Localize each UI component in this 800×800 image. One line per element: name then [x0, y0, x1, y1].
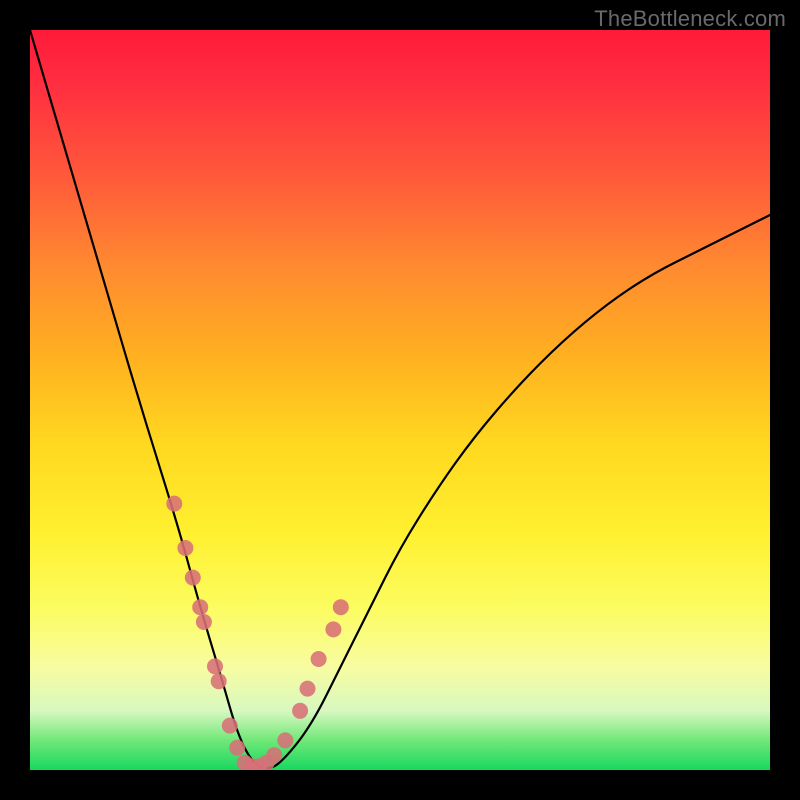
marker-dot — [333, 599, 349, 615]
chart-frame: TheBottleneck.com — [0, 0, 800, 800]
marker-dot — [166, 496, 182, 512]
marker-dot — [292, 703, 308, 719]
marker-dot — [207, 658, 223, 674]
marker-dot — [229, 740, 245, 756]
marker-dot — [277, 732, 293, 748]
curve-layer — [30, 30, 770, 770]
marker-dot — [325, 621, 341, 637]
marker-dot — [185, 570, 201, 586]
marker-dot — [177, 540, 193, 556]
marker-dot — [211, 673, 227, 689]
bottleneck-curve — [30, 30, 770, 768]
plot-area — [30, 30, 770, 770]
marker-dot — [222, 718, 238, 734]
watermark-text: TheBottleneck.com — [594, 6, 786, 32]
marker-dot — [311, 651, 327, 667]
marker-group — [166, 496, 348, 770]
marker-dot — [300, 681, 316, 697]
marker-dot — [196, 614, 212, 630]
marker-dot — [266, 747, 282, 763]
marker-dot — [192, 599, 208, 615]
